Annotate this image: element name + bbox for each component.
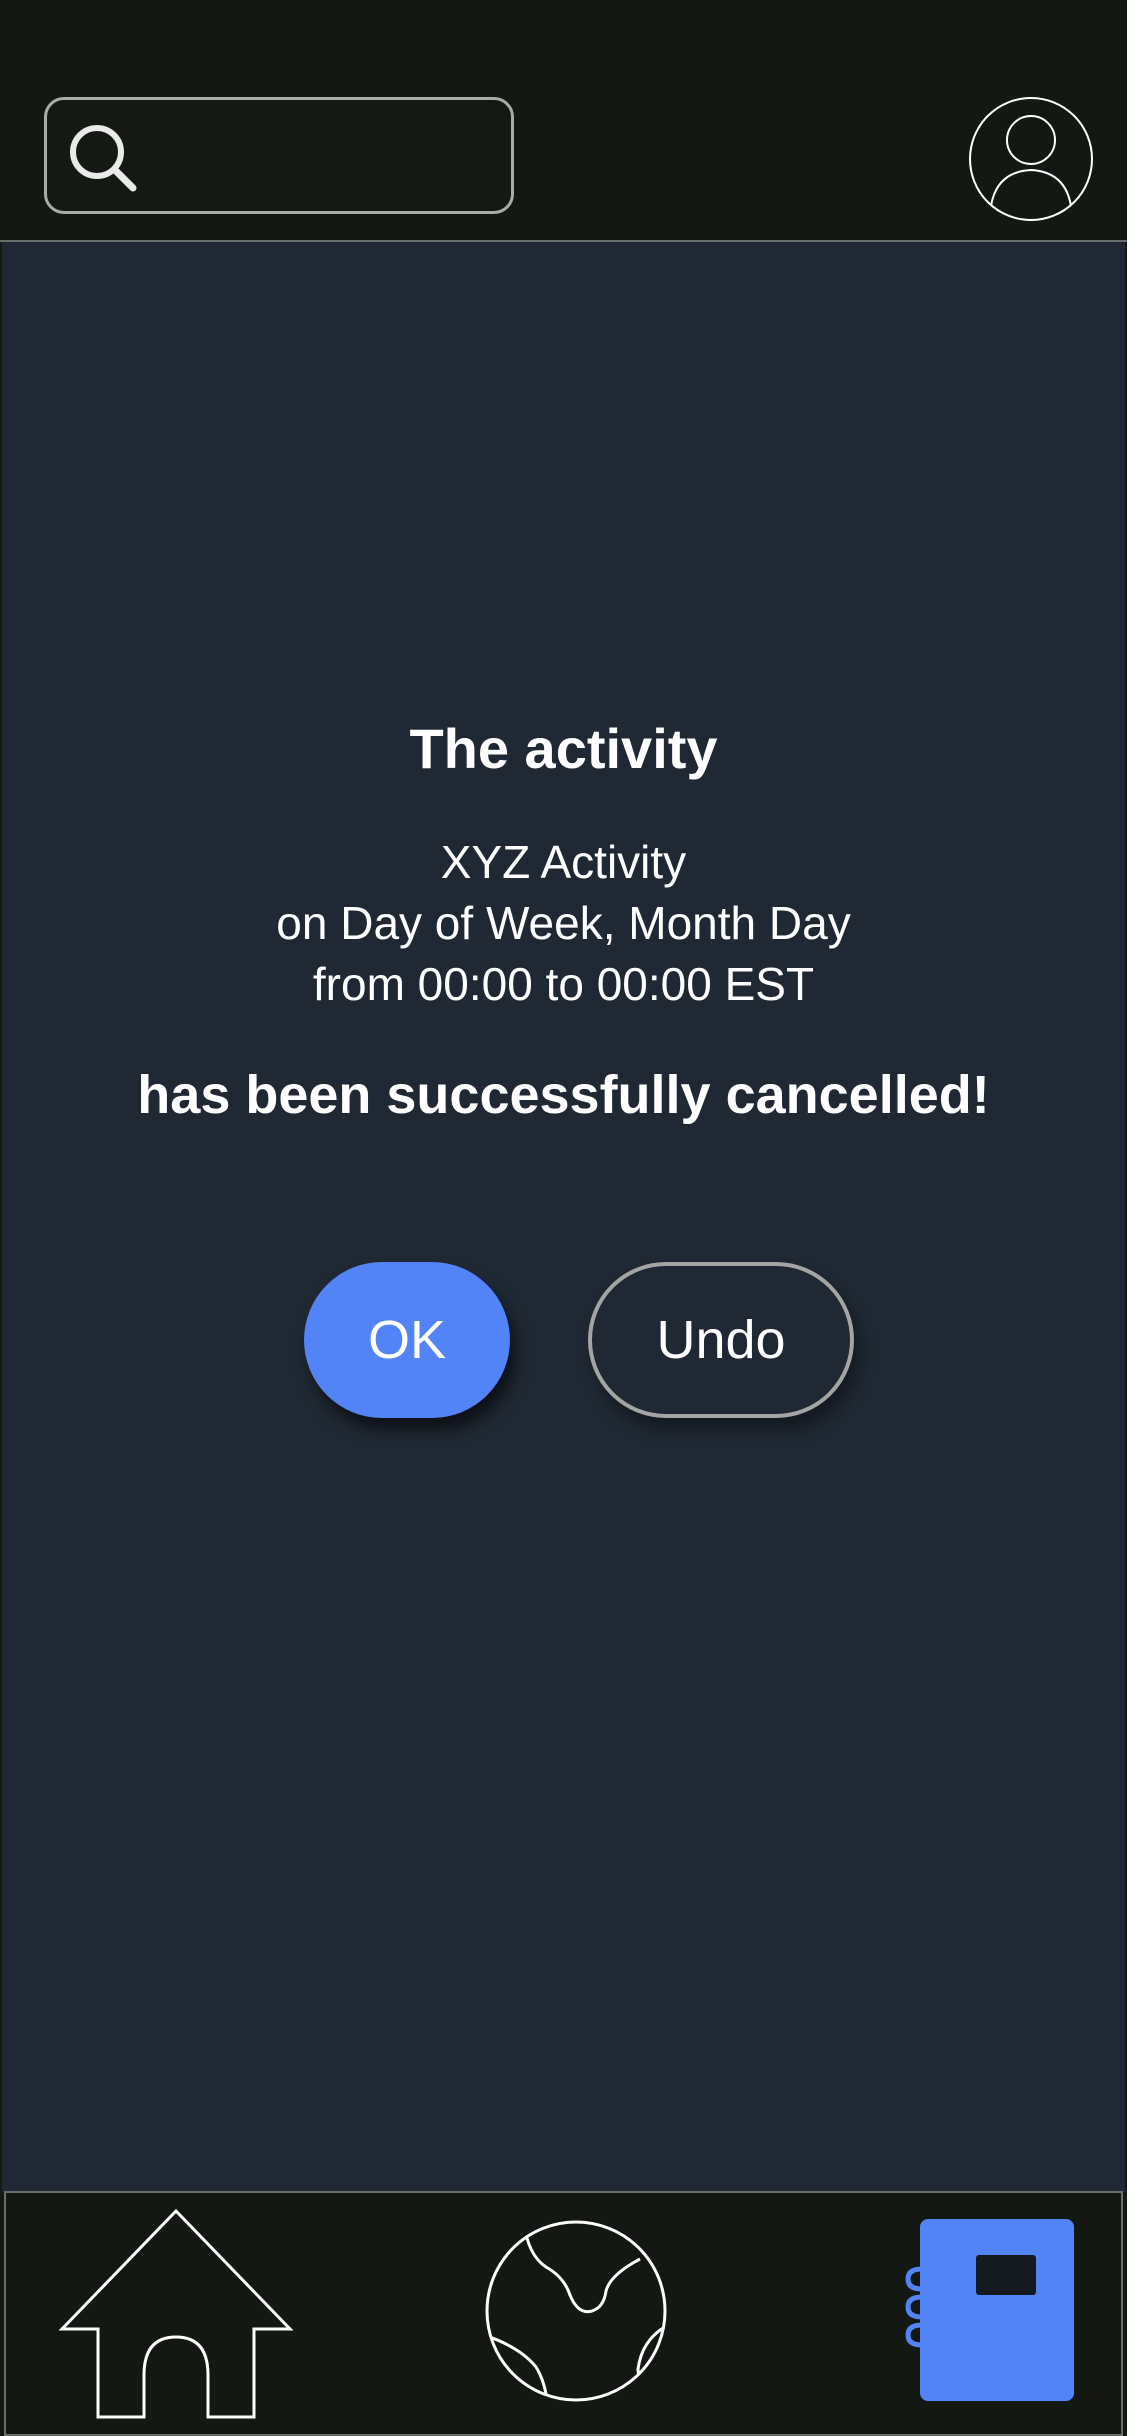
activity-details: XYZ Activity on Day of Week, Month Day f… xyxy=(0,832,1127,1015)
activity-time: from 00:00 to 00:00 EST xyxy=(312,958,815,1010)
main-content xyxy=(2,242,1125,2192)
search-box[interactable] xyxy=(44,97,514,214)
activity-name: XYZ Activity xyxy=(440,836,687,888)
profile-icon[interactable] xyxy=(968,96,1094,222)
notebook-icon[interactable] xyxy=(904,2217,1076,2403)
ok-button[interactable]: OK xyxy=(304,1262,510,1418)
home-icon[interactable] xyxy=(58,2205,298,2419)
globe-icon[interactable] xyxy=(484,2219,668,2403)
activity-date: on Day of Week, Month Day xyxy=(276,897,851,949)
bottom-nav xyxy=(4,2191,1123,2436)
cancellation-status: has been successfully cancelled! xyxy=(137,1065,990,1125)
undo-button[interactable]: Undo xyxy=(588,1262,854,1418)
search-icon xyxy=(70,125,137,192)
confirmation-title: The activity xyxy=(409,717,718,780)
search-input[interactable] xyxy=(157,120,491,198)
top-bar xyxy=(0,0,1127,242)
